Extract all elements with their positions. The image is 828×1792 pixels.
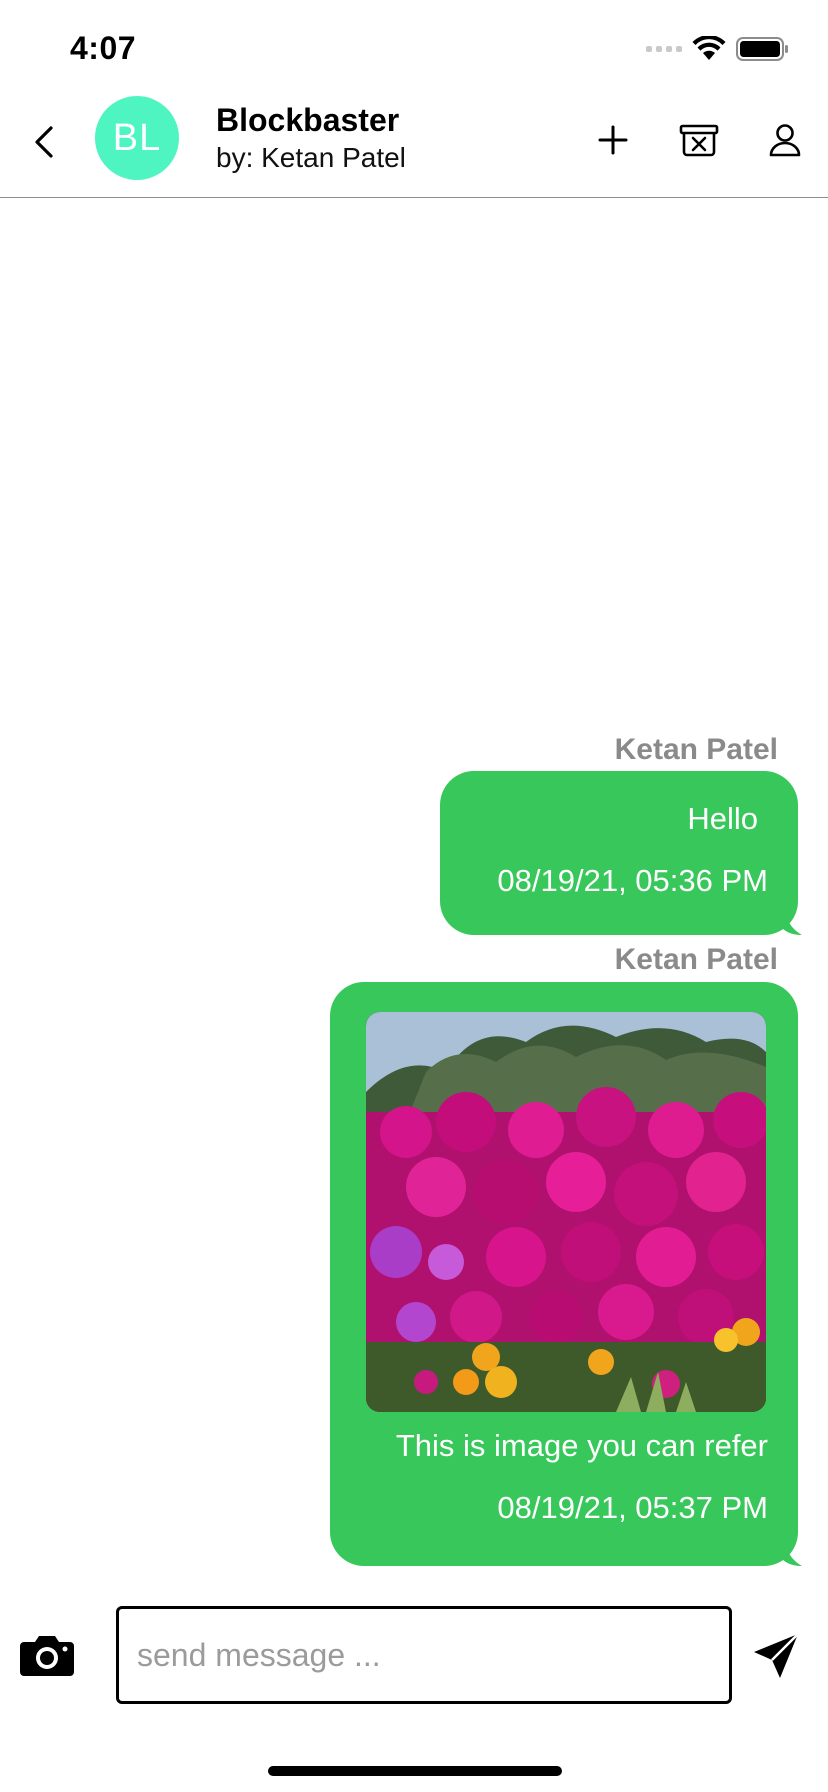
chat-title: Blockbaster <box>216 102 400 138</box>
battery-icon <box>736 37 788 61</box>
message-sender: Ketan Patel <box>614 943 778 976</box>
chat-header: BL Blockbaster by: Ketan Patel <box>0 88 828 198</box>
message-list[interactable]: Ketan Patel Hello 08/19/21, 05:36 PM Ket… <box>0 199 828 1579</box>
person-icon <box>769 124 801 157</box>
profile-button[interactable] <box>742 112 828 168</box>
wifi-icon <box>692 36 726 60</box>
status-indicators <box>646 36 790 62</box>
archive-button[interactable] <box>656 112 742 168</box>
chat-title-block: Blockbaster by: Ketan Patel <box>216 100 406 176</box>
back-button[interactable] <box>26 118 62 166</box>
status-bar: 4:07 <box>0 0 828 88</box>
message-composer <box>0 1592 828 1712</box>
paper-plane-icon <box>754 1633 799 1678</box>
plus-icon <box>598 125 628 155</box>
chat-subtitle: by: Ketan Patel <box>216 142 406 173</box>
avatar[interactable]: BL <box>95 96 179 180</box>
header-actions <box>570 112 828 168</box>
message-input[interactable] <box>116 1606 732 1704</box>
cellular-signal-icon <box>646 46 682 52</box>
camera-button[interactable] <box>20 1634 78 1684</box>
home-indicator <box>268 1766 562 1776</box>
bubble-tail <box>780 1544 802 1566</box>
status-time: 4:07 <box>70 30 137 66</box>
message-timestamp: 08/19/21, 05:36 PM <box>497 863 768 898</box>
message-bubble[interactable]: This is image you can refer 08/19/21, 05… <box>330 982 802 1566</box>
send-button[interactable] <box>752 1632 804 1684</box>
bubble-tail <box>780 913 802 935</box>
chevron-left-icon <box>35 126 53 158</box>
add-button[interactable] <box>570 112 656 168</box>
message-bubble[interactable]: Hello 08/19/21, 05:36 PM <box>440 771 802 935</box>
flowers-photo <box>366 1012 766 1412</box>
archive-x-icon <box>679 124 719 157</box>
camera-icon <box>20 1636 74 1676</box>
message-text: Hello <box>687 801 758 836</box>
chat-screen: 4:07 BL Blockbaster by: Ketan Patel Keta… <box>0 0 828 1792</box>
message-image[interactable] <box>366 1012 766 1412</box>
message-sender: Ketan Patel <box>614 733 778 766</box>
message-text: This is image you can refer <box>395 1428 768 1463</box>
message-timestamp: 08/19/21, 05:37 PM <box>497 1490 768 1525</box>
